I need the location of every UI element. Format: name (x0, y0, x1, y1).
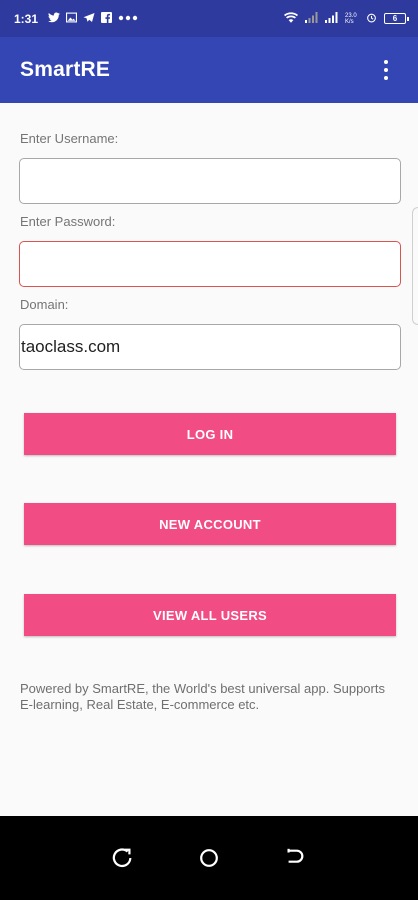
new-account-button[interactable]: NEW ACCOUNT (24, 503, 396, 545)
recents-icon[interactable] (112, 847, 134, 869)
signal-1-icon (305, 11, 318, 26)
wifi-icon (284, 11, 298, 26)
back-icon[interactable] (284, 847, 306, 869)
password-field[interactable] (19, 241, 401, 287)
facebook-icon (101, 11, 113, 26)
app-bar: SmartRE (0, 37, 418, 103)
status-bar: 1:31 23.0 K/s 6 (0, 0, 418, 37)
home-icon[interactable] (198, 847, 220, 869)
more-vert-icon[interactable] (374, 58, 398, 82)
view-all-users-button[interactable]: VIEW ALL USERS (24, 594, 396, 636)
twitter-icon (48, 12, 61, 26)
telegram-icon (83, 12, 95, 26)
footer-text: Powered by SmartRE, the World's best uni… (20, 681, 385, 712)
battery-level: 6 (392, 14, 398, 23)
login-form: Enter Username: Enter Password: Domain: … (0, 103, 418, 816)
edge-panel-handle[interactable] (412, 207, 418, 325)
app-title: SmartRE (20, 58, 111, 81)
more-dots-icon (118, 13, 138, 24)
domain-field[interactable]: taoclass.com (19, 324, 401, 370)
username-label: Enter Username: (20, 131, 119, 146)
battery-icon: 6 (384, 13, 409, 24)
signal-2-icon (325, 11, 338, 26)
navigation-bar (0, 816, 418, 900)
username-field[interactable] (19, 158, 401, 204)
gallery-icon (66, 12, 78, 26)
domain-label: Domain: (20, 297, 69, 312)
status-time: 1:31 (14, 11, 39, 26)
login-button[interactable]: LOG IN (24, 413, 396, 455)
network-speed: 23.0 K/s (345, 12, 357, 25)
password-label: Enter Password: (20, 214, 116, 229)
alarm-icon (366, 12, 377, 26)
